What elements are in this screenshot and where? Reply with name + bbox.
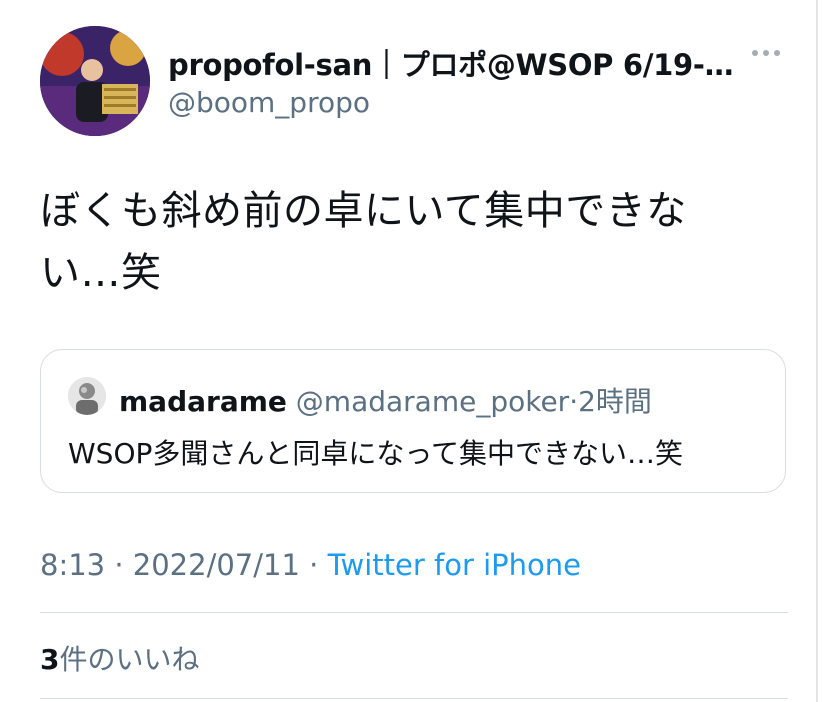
divider — [40, 698, 788, 699]
tweet-text: ぼくも斜め前の卓にいて集中できな い…笑 — [40, 180, 780, 304]
quoted-timestamp: 2時間 — [578, 385, 652, 418]
quoted-separator: · — [569, 385, 579, 418]
divider — [40, 612, 788, 613]
tweet-date: 2022/07/11 — [132, 548, 300, 582]
author-avatar[interactable] — [40, 26, 150, 136]
tweet-text-line: い…笑 — [40, 250, 162, 296]
tweet-meta: 8:13 · 2022/07/11 · Twitter for iPhone — [40, 548, 581, 582]
more-dot — [752, 50, 758, 56]
quoted-author-avatar — [68, 377, 106, 415]
quoted-tweet-card[interactable]: madarame @madarame_poker·2時間 WSOP多聞さんと同卓… — [40, 349, 786, 493]
more-dot — [763, 50, 769, 56]
quoted-author-handle: @madarame_poker — [295, 385, 570, 418]
more-horizontal-icon[interactable] — [752, 50, 780, 56]
quoted-header: madarame @madarame_poker·2時間 — [119, 380, 652, 420]
likes-label: 件のいいね — [59, 643, 200, 676]
scroll-edge — [816, 0, 818, 702]
quoted-tweet-text: WSOP多聞さんと同卓になって集中できない…笑 — [68, 437, 683, 470]
tweet-text-line: ぼくも斜め前の卓にいて集中できな — [40, 188, 687, 234]
likes-count: 3 — [40, 643, 60, 676]
more-dot — [774, 50, 780, 56]
author-handle[interactable]: @boom_propo — [168, 86, 370, 119]
likes-stat[interactable]: 3件のいいね — [40, 638, 200, 678]
tweet-detail: propofol-san｜プロポ@WSOP 6/19-… @boom_propo… — [0, 0, 816, 702]
meta-separator: · — [114, 548, 124, 582]
tweet-time: 8:13 — [40, 548, 106, 582]
tweet-source-link[interactable]: Twitter for iPhone — [328, 548, 581, 582]
meta-separator: · — [309, 548, 319, 582]
quoted-author-name: madarame — [119, 385, 287, 418]
author-display-name[interactable]: propofol-san｜プロポ@WSOP 6/19-… — [168, 42, 734, 84]
